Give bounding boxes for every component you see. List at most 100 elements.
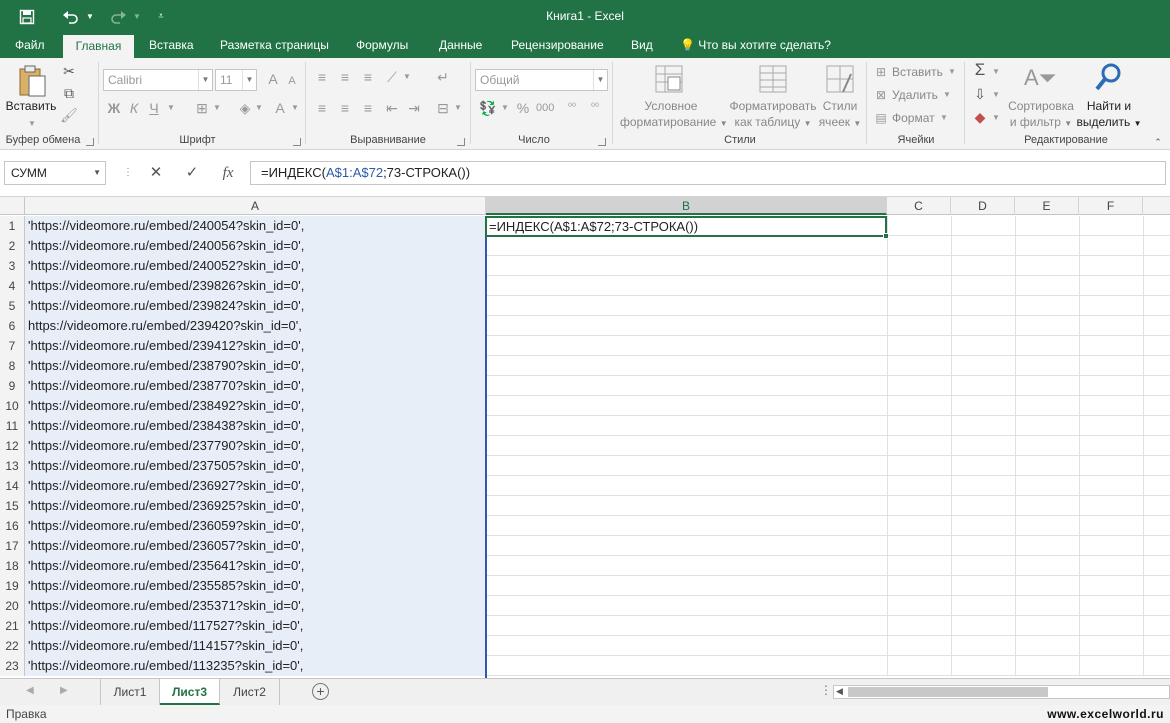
row-header[interactable]: 10 (0, 396, 25, 416)
row-header[interactable]: 12 (0, 436, 25, 456)
align-top-icon[interactable]: ≡ (313, 69, 331, 85)
underline-dropdown-icon[interactable]: ▼ (166, 100, 176, 116)
add-sheet-icon[interactable]: + (312, 683, 329, 700)
column-header-b[interactable]: B (486, 197, 887, 215)
row-header[interactable]: 3 (0, 256, 25, 276)
cell-a[interactable]: 'https://videomore.ru/embed/236059?skin_… (25, 516, 486, 536)
cell-a[interactable]: 'https://videomore.ru/embed/236925?skin_… (25, 496, 486, 516)
orientation-icon[interactable]: ⟋ (383, 69, 401, 85)
insert-dropdown-icon[interactable]: ▼ (947, 64, 957, 80)
borders-dropdown-icon[interactable]: ▼ (212, 100, 222, 116)
align-middle-icon[interactable]: ≡ (336, 69, 354, 85)
increase-decimal-icon[interactable]: ⁰⁰ (562, 100, 582, 116)
font-size-select[interactable]: 11 ▼ (215, 69, 257, 91)
align-right-icon[interactable]: ≡ (359, 100, 377, 116)
row-header[interactable]: 1 (0, 216, 25, 236)
fill-dropdown-icon[interactable]: ▼ (991, 87, 1001, 103)
cell-a[interactable]: 'https://videomore.ru/embed/238770?skin_… (25, 376, 486, 396)
delete-cells-button[interactable]: Удалить (892, 87, 938, 103)
cancel-formula-button[interactable]: ✕ (142, 162, 170, 184)
cell-a[interactable]: 'https://videomore.ru/embed/117527?skin_… (25, 616, 486, 636)
sheet-tab-3[interactable]: Лист3 (160, 679, 220, 705)
wrap-text-icon[interactable]: ↵ (434, 69, 452, 85)
column-header-d[interactable]: D (951, 197, 1015, 215)
collapse-ribbon-icon[interactable]: ⌃ (1152, 134, 1164, 150)
font-color-dropdown-icon[interactable]: ▼ (290, 100, 300, 116)
cell-styles-button[interactable]: Стили ячеек ▼ (818, 98, 862, 132)
cell-a[interactable]: 'https://videomore.ru/embed/240052?skin_… (25, 256, 486, 276)
tab-review[interactable]: Рецензирование (511, 33, 604, 58)
cell-a[interactable]: 'https://videomore.ru/embed/113235?skin_… (25, 656, 486, 676)
cell-a[interactable]: 'https://videomore.ru/embed/238438?skin_… (25, 416, 486, 436)
fill-icon[interactable]: ⇩ (971, 86, 989, 102)
cell-a[interactable]: 'https://videomore.ru/embed/235585?skin_… (25, 576, 486, 596)
decrease-indent-icon[interactable]: ⇤ (383, 100, 401, 116)
align-bottom-icon[interactable]: ≡ (359, 69, 377, 85)
sheet-tab-1[interactable]: Лист1 (100, 679, 160, 705)
row-header[interactable]: 18 (0, 556, 25, 576)
row-header[interactable]: 4 (0, 276, 25, 296)
sheet-tab-2[interactable]: Лист2 (220, 679, 280, 705)
row-header[interactable]: 5 (0, 296, 25, 316)
autosum-icon[interactable]: Σ (971, 61, 989, 78)
row-header[interactable]: 9 (0, 376, 25, 396)
merge-center-icon[interactable]: ⊟ (434, 100, 452, 116)
clear-dropdown-icon[interactable]: ▼ (991, 110, 1001, 126)
conditional-formatting-button[interactable]: Условное форматирование ▼ (620, 98, 728, 132)
column-header-e[interactable]: E (1015, 197, 1079, 215)
insert-function-button[interactable]: fx (214, 162, 242, 184)
font-launcher-icon[interactable] (293, 138, 301, 146)
format-as-table-button[interactable]: Форматировать как таблицу ▼ (726, 98, 820, 132)
shrink-font-icon[interactable]: A (284, 73, 300, 89)
cell-a[interactable]: 'https://videomore.ru/embed/238790?skin_… (25, 356, 486, 376)
delete-dropdown-icon[interactable]: ▼ (942, 87, 952, 103)
tab-formulas[interactable]: Формулы (356, 33, 408, 58)
format-cells-button[interactable]: Формат (892, 110, 935, 126)
cell-a[interactable]: 'https://videomore.ru/embed/239824?skin_… (25, 296, 486, 316)
cell-a[interactable]: 'https://videomore.ru/embed/236057?skin_… (25, 536, 486, 556)
tab-file[interactable]: Файл (15, 33, 45, 58)
tab-view[interactable]: Вид (631, 33, 653, 58)
borders-icon[interactable]: ⊞ (193, 100, 211, 116)
format-dropdown-icon[interactable]: ▼ (939, 110, 949, 126)
column-header-f[interactable]: F (1079, 197, 1143, 215)
cut-icon[interactable]: ✂ (60, 63, 78, 79)
name-box[interactable]: СУММ ▼ (4, 161, 106, 185)
bold-button[interactable]: Ж (106, 100, 122, 116)
column-header-c[interactable]: C (887, 197, 951, 215)
row-header[interactable]: 17 (0, 536, 25, 556)
font-name-select[interactable]: Calibri ▼ (103, 69, 213, 91)
cell-a[interactable]: https://videomore.ru/embed/239420?skin_i… (25, 316, 486, 336)
cell-a[interactable]: 'https://videomore.ru/embed/239826?skin_… (25, 276, 486, 296)
increase-indent-icon[interactable]: ⇥ (405, 100, 423, 116)
cell-a[interactable]: 'https://videomore.ru/embed/236927?skin_… (25, 476, 486, 496)
number-format-select[interactable]: Общий ▼ (475, 69, 608, 91)
enter-formula-button[interactable]: ✓ (178, 162, 206, 184)
italic-button[interactable]: К (126, 100, 142, 116)
fill-handle[interactable] (883, 233, 889, 239)
paste-icon[interactable] (16, 64, 48, 98)
insert-cells-button[interactable]: Вставить (892, 64, 943, 80)
active-cell-b1[interactable]: =ИНДЕКС(A$1:A$72;73-СТРОКА()) (485, 216, 889, 239)
select-all-button[interactable] (0, 197, 25, 215)
scroll-left-icon[interactable]: ◀ (836, 686, 843, 697)
cell-a[interactable]: 'https://videomore.ru/embed/235641?skin_… (25, 556, 486, 576)
cell-a[interactable]: 'https://videomore.ru/embed/237505?skin_… (25, 456, 486, 476)
cell-a[interactable]: 'https://videomore.ru/embed/240056?skin_… (25, 236, 486, 256)
cell-a[interactable]: 'https://videomore.ru/embed/238492?skin_… (25, 396, 486, 416)
find-select-button[interactable]: Найти и выделить ▼ (1076, 98, 1142, 132)
cell-a[interactable]: 'https://videomore.ru/embed/114157?skin_… (25, 636, 486, 656)
tab-split-handle-icon[interactable]: ⋮ (820, 683, 832, 697)
horizontal-scrollbar[interactable]: ◀ (833, 685, 1170, 699)
autosum-dropdown-icon[interactable]: ▼ (991, 64, 1001, 80)
next-sheet-icon[interactable]: ▶ (60, 685, 68, 696)
row-header[interactable]: 7 (0, 336, 25, 356)
tab-home[interactable]: Главная (63, 35, 134, 58)
cell-a[interactable]: 'https://videomore.ru/embed/235371?skin_… (25, 596, 486, 616)
percent-icon[interactable]: % (514, 100, 532, 116)
fill-color-dropdown-icon[interactable]: ▼ (254, 100, 264, 116)
row-header[interactable]: 20 (0, 596, 25, 616)
cell-a[interactable]: 'https://videomore.ru/embed/240054?skin_… (25, 216, 486, 236)
clear-icon[interactable]: ◆ (971, 109, 989, 125)
fill-color-icon[interactable]: ◈ (236, 100, 254, 116)
